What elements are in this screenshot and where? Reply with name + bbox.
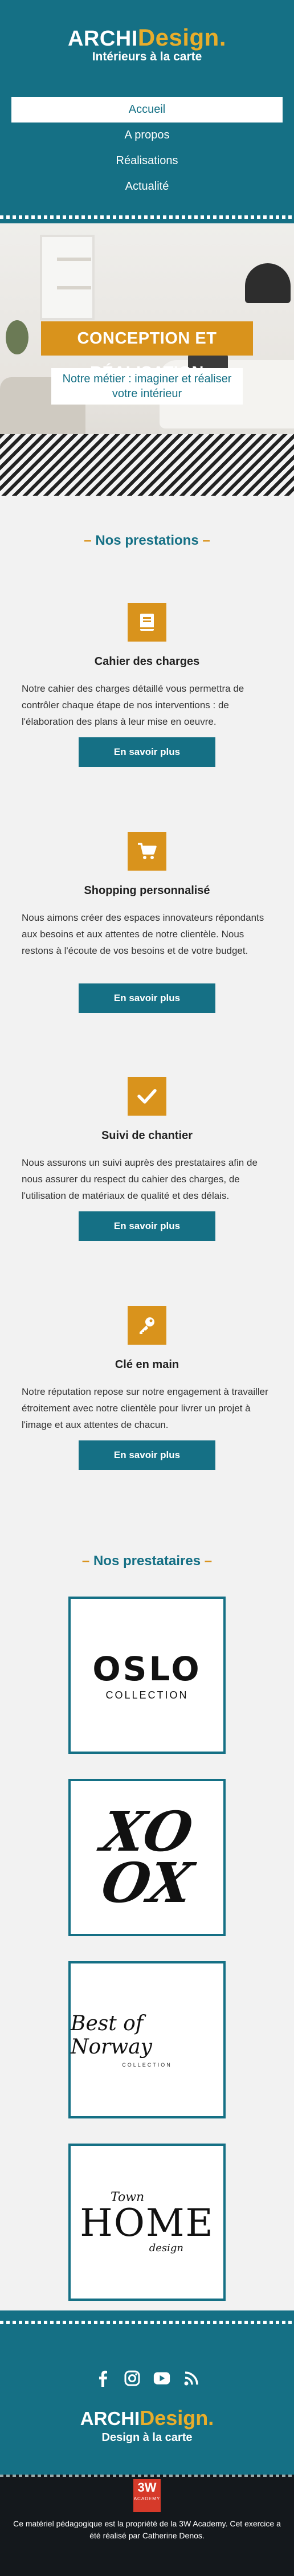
- prestation-card-text: Notre cahier des charges détaillé vous p…: [22, 683, 244, 727]
- hero-shelf-decor: [57, 258, 91, 261]
- hero-subtitle-line2: votre intérieur: [112, 387, 182, 400]
- footer-logo-archi: Archi: [80, 2408, 140, 2429]
- oslo-logo-main: OSLO: [92, 1649, 202, 1688]
- nav-item-realisations[interactable]: Réalisations: [11, 148, 283, 174]
- 3w-academy-logo[interactable]: 3W ACADEMY: [133, 2479, 161, 2512]
- prestations-title: – Nos prestations –: [84, 533, 210, 548]
- hero-plant-decor: [6, 320, 28, 354]
- hero-banner: CONCEPTION ET RÉALISATION Notre métier :…: [0, 223, 294, 496]
- prestation-card-title: Suivi de chantier: [101, 1129, 193, 1142]
- footer-tagline: Design à la carte: [101, 2431, 193, 2444]
- site-logo[interactable]: ArchiDesign.: [0, 24, 294, 51]
- site-header: ArchiDesign. Intérieurs à la carte Accue…: [0, 0, 294, 223]
- copyright-text: Ce matériel pédagogique est la propriété…: [13, 2519, 281, 2540]
- xoxo-logo-line1: XO: [96, 1799, 198, 1864]
- prestation-card-title: Shopping personnalisé: [84, 884, 210, 897]
- rss-icon[interactable]: [183, 2370, 200, 2387]
- hero-title: CONCEPTION ET RÉALISATION: [41, 321, 253, 382]
- site-footer: ArchiDesign. Design à la carte 3W ACADEM…: [0, 2310, 294, 2576]
- check-icon: [128, 1077, 166, 1116]
- prestation-card-title: Cahier des charges: [94, 655, 200, 668]
- footer-bottom-stitch: [0, 2475, 294, 2477]
- town-home-logo-main: HOME: [80, 2201, 214, 2245]
- header-stitch-divider: [0, 215, 294, 219]
- prestataires-title-text: Nos prestataires: [93, 1553, 201, 1569]
- footer-bottom-bar: 3W ACADEMY Ce matériel pédagogique est l…: [0, 2475, 294, 2576]
- nav-item-a-propos[interactable]: A propos: [11, 123, 283, 148]
- nav-item-accueil[interactable]: Accueil: [11, 97, 283, 123]
- oslo-logo[interactable]: OSLO COLLECTION: [68, 1597, 226, 1754]
- prestation-card-title: Clé en main: [115, 1358, 179, 1371]
- prestation-card-text: Notre réputation repose sur notre engage…: [22, 1386, 268, 1430]
- book-icon: [128, 603, 166, 642]
- prestation-card-text: Nous aimons créer des espaces innovateur…: [22, 912, 264, 956]
- best-of-norway-logo-main: Best of Norway: [71, 2012, 152, 2059]
- oslo-logo-sub: COLLECTION: [105, 1689, 189, 1701]
- en-savoir-plus-button[interactable]: En savoir plus: [79, 737, 215, 767]
- hero-rug-decor: [0, 434, 294, 496]
- footer-stitch-divider: [0, 2321, 294, 2324]
- site-tagline: Intérieurs à la carte: [92, 50, 202, 63]
- xoxo-logo[interactable]: XO OX: [68, 1779, 226, 1936]
- footer-logo-design: Design.: [140, 2406, 214, 2430]
- youtube-icon[interactable]: [153, 2370, 170, 2387]
- en-savoir-plus-button[interactable]: En savoir plus: [79, 983, 215, 1013]
- footer-logo[interactable]: ArchiDesign.: [0, 2406, 294, 2430]
- prestations-title-text: Nos prestations: [95, 533, 199, 548]
- facebook-icon[interactable]: [94, 2370, 111, 2387]
- hero-window-decor: [40, 235, 95, 320]
- en-savoir-plus-button[interactable]: En savoir plus: [79, 1211, 215, 1241]
- 3w-academy-logo-sub: ACADEMY: [133, 2496, 161, 2501]
- hero-subtitle-line1: Notre métier : imaginer et réaliser: [62, 373, 232, 385]
- hero-lamp-decor: [245, 263, 291, 303]
- hero-subtitle: Notre métier : imaginer et réaliser votr…: [51, 368, 243, 405]
- town-home-logo-bottom: design: [149, 2242, 183, 2254]
- prestation-card-text: Nous assurons un suivi auprès des presta…: [22, 1157, 258, 1201]
- hero-shelf-decor: [57, 286, 91, 289]
- best-of-norway-logo-sub: COLLECTION: [122, 2062, 172, 2068]
- logo-archi: Archi: [67, 27, 138, 51]
- social-links: [0, 2370, 294, 2387]
- best-of-norway-logo[interactable]: Best of Norway COLLECTION: [68, 1961, 226, 2118]
- logo-design: Design.: [137, 24, 227, 51]
- shopping-cart-icon: [128, 832, 166, 871]
- 3w-academy-logo-main: 3W: [137, 2480, 157, 2495]
- prestataires-title: – Nos prestataires –: [81, 1553, 213, 1569]
- town-home-design-logo[interactable]: Town HOME design: [68, 2144, 226, 2301]
- instagram-icon[interactable]: [124, 2370, 141, 2387]
- xoxo-logo-line2: OX: [96, 1851, 198, 1915]
- main-nav: Accueil A propos Réalisations Actualité: [11, 97, 283, 199]
- key-icon: [128, 1306, 166, 1345]
- nav-item-actualite[interactable]: Actualité: [11, 174, 283, 199]
- en-savoir-plus-button[interactable]: En savoir plus: [79, 1440, 215, 1470]
